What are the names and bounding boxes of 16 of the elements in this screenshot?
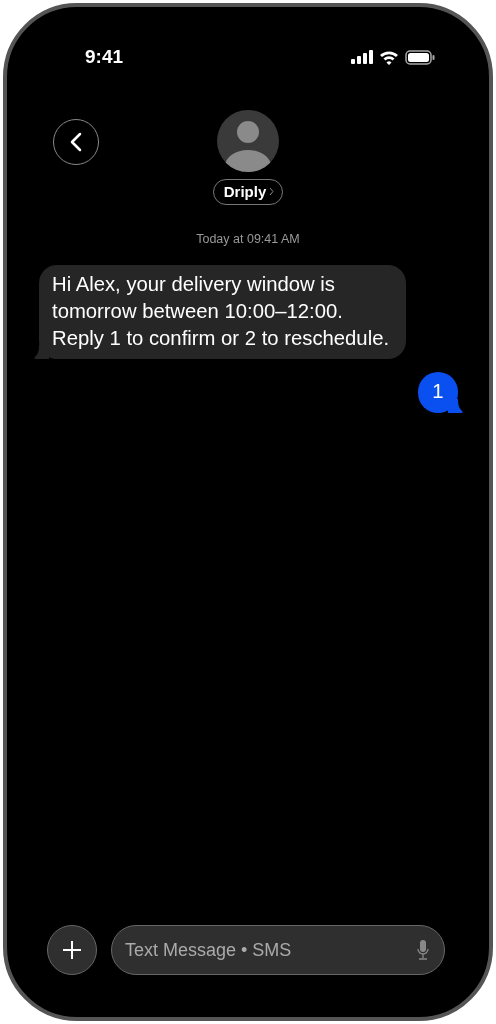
signal-icon [351, 50, 373, 64]
avatar-icon [217, 110, 279, 172]
outgoing-message: 1 [418, 372, 464, 413]
back-button[interactable] [53, 119, 99, 165]
status-time: 9:41 [85, 46, 124, 68]
message-field[interactable]: Text Message • SMS [111, 925, 445, 975]
message-timestamp: Today at 09:41 AM [195, 232, 301, 246]
incoming-message: Hi Alex, your delivery window is tomorrow between 10:00–12:00. Reply 1 to confirm or 2 to reschedule. [33, 265, 406, 359]
chevron-right-icon [269, 187, 275, 196]
add-button[interactable] [47, 925, 97, 975]
battery-icon [405, 49, 435, 65]
wifi-icon [379, 49, 399, 65]
microphone-icon [417, 940, 429, 960]
contact-name-button[interactable]: Driply [212, 179, 284, 205]
chevron-left-icon [70, 132, 82, 152]
plus-icon [63, 941, 81, 959]
